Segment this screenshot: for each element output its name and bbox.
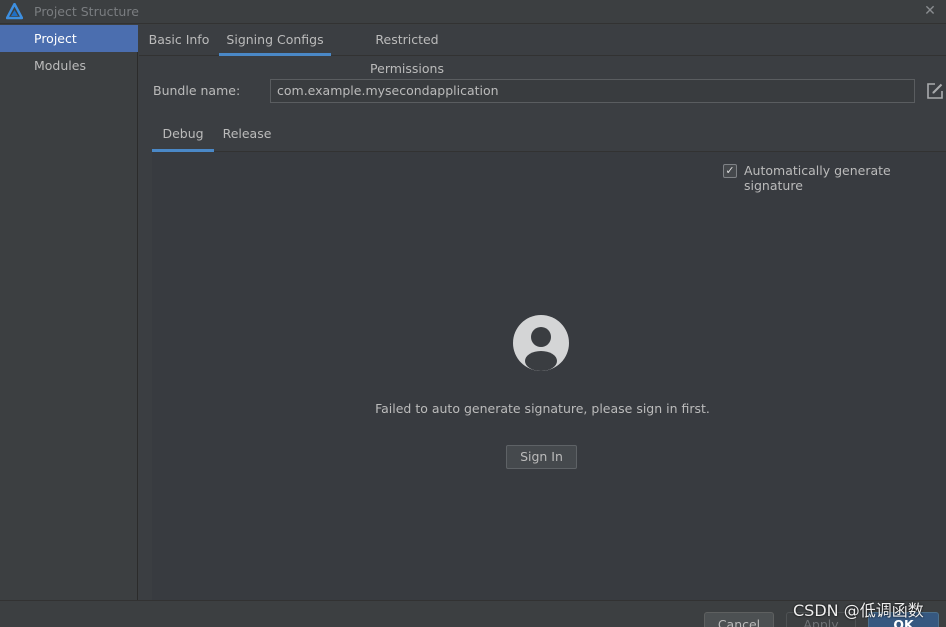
tab-signing-configs[interactable]: Signing Configs: [219, 25, 331, 56]
edit-icon[interactable]: [926, 82, 944, 100]
main-panel: Basic Info Signing Configs Restricted Pe…: [139, 25, 946, 600]
cancel-button[interactable]: Cancel: [704, 612, 774, 627]
sidebar-item-project[interactable]: Project: [0, 25, 138, 52]
tab-release[interactable]: Release: [216, 119, 278, 152]
sign-in-button[interactable]: Sign In: [506, 445, 577, 469]
sidebar-item-modules[interactable]: Modules: [0, 52, 138, 79]
window-title: Project Structure: [34, 4, 139, 19]
auto-signature-checkbox[interactable]: ✓: [723, 164, 737, 178]
build-type-tabs: Debug Release: [152, 119, 946, 152]
close-icon[interactable]: ✕: [922, 2, 938, 20]
config-tabs: Basic Info Signing Configs Restricted Pe…: [139, 25, 946, 76]
signing-panel: [152, 152, 946, 600]
bundle-name-field[interactable]: com.example.mysecondapplication: [270, 79, 915, 103]
sidebar: Project Modules: [0, 25, 138, 600]
auto-signature-label[interactable]: Automatically generate signature: [744, 163, 946, 193]
tab-basic-info[interactable]: Basic Info: [143, 25, 215, 56]
tab-debug[interactable]: Debug: [152, 119, 214, 152]
user-avatar-icon: [513, 315, 569, 371]
bundle-name-label: Bundle name:: [153, 83, 241, 98]
title-bar: Project Structure ✕: [0, 0, 946, 24]
tab-restricted-permissions[interactable]: Restricted Permissions: [337, 25, 477, 76]
watermark: CSDN @低调函数: [793, 601, 924, 620]
sign-in-required-message: Failed to auto generate signature, pleas…: [375, 401, 710, 416]
app-logo-icon: [6, 3, 23, 20]
